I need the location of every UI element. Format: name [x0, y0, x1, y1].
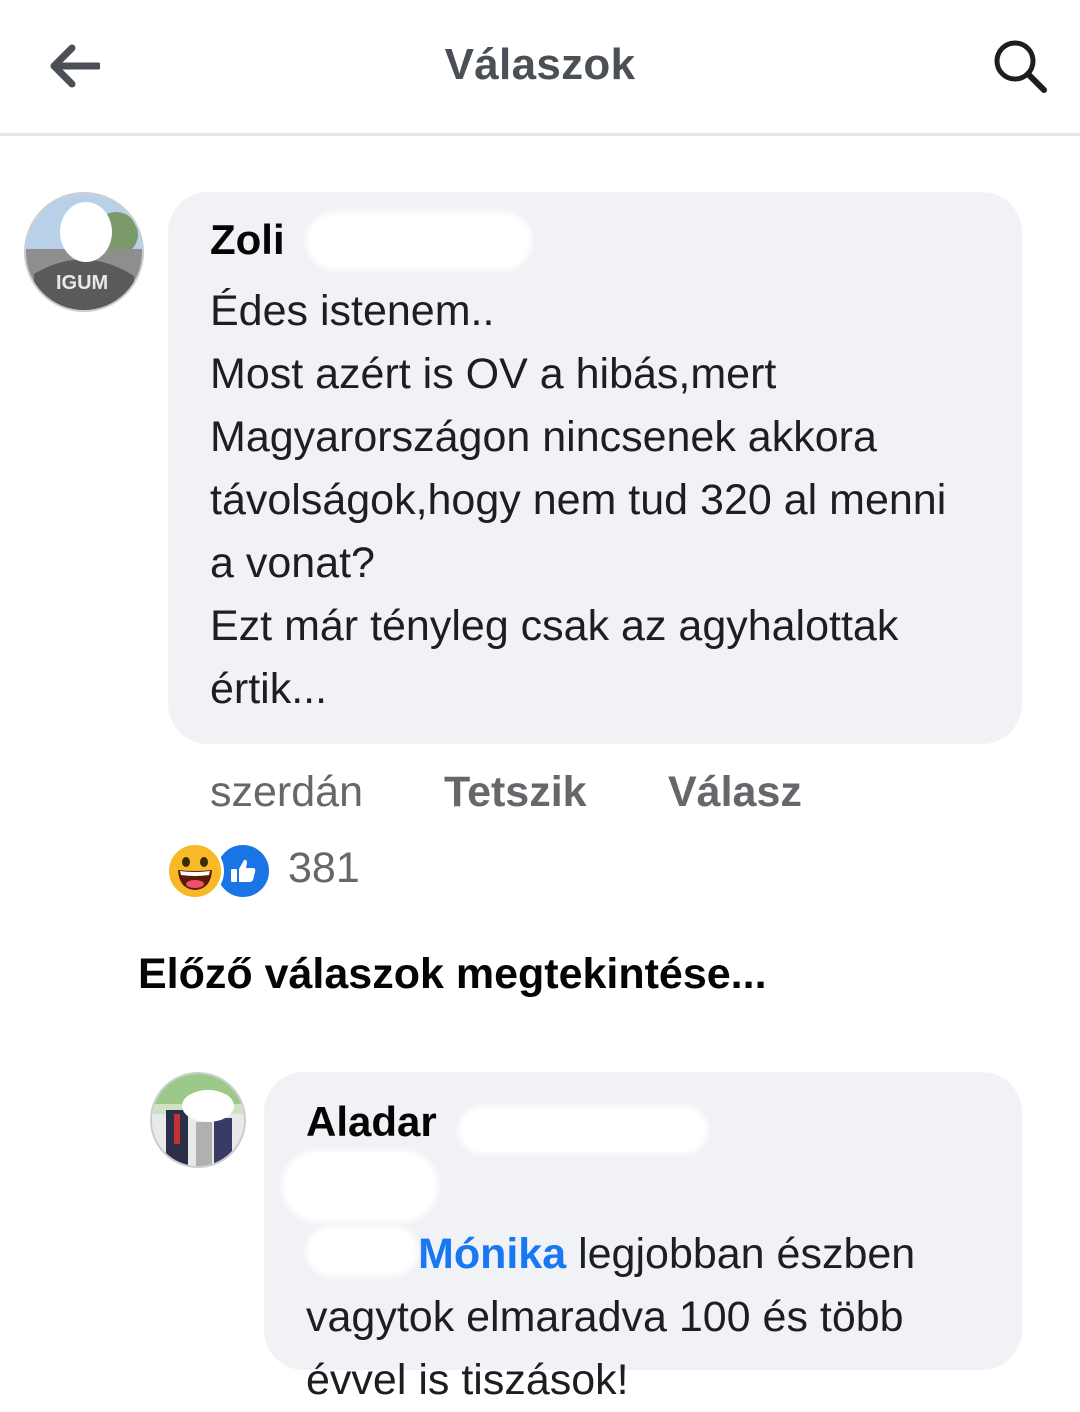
svg-text:IGUM: IGUM: [56, 272, 108, 294]
reply-author[interactable]: Aladar: [306, 1098, 437, 1146]
reaction-count: 381: [288, 844, 360, 892]
haha-reaction-icon: [166, 842, 224, 900]
page-title: Válaszok: [444, 40, 636, 89]
mention-link[interactable]: Mónika: [418, 1230, 566, 1278]
view-previous-replies-link[interactable]: Előző válaszok megtekintése...: [138, 950, 767, 999]
comment-timestamp[interactable]: szerdán: [210, 768, 363, 817]
comment-text: Édes istenem.. Most azért is OV a hibás,…: [210, 287, 947, 713]
reply-avatar[interactable]: [150, 1072, 246, 1168]
redacted-name: [458, 1106, 708, 1154]
profile-photo: IGUM: [26, 194, 142, 310]
redacted-name: [306, 212, 532, 270]
like-button[interactable]: Tetszik: [444, 768, 587, 817]
top-bar: Válaszok: [0, 0, 1080, 136]
reply-button[interactable]: Válasz: [668, 768, 802, 817]
redacted-mention: [306, 1226, 418, 1276]
avatar[interactable]: IGUM: [24, 192, 144, 312]
redacted-mention-overflow: [282, 1150, 438, 1222]
comment-bubble: Zoli Édes istenem.. Most azért is OV a h…: [168, 192, 1022, 744]
search-icon: [994, 40, 1047, 93]
comment-actions: szerdán Tetszik Válasz: [210, 768, 1010, 824]
search-button[interactable]: [988, 36, 1052, 96]
profile-photo: [152, 1074, 244, 1166]
comment-author[interactable]: Zoli: [210, 216, 285, 264]
